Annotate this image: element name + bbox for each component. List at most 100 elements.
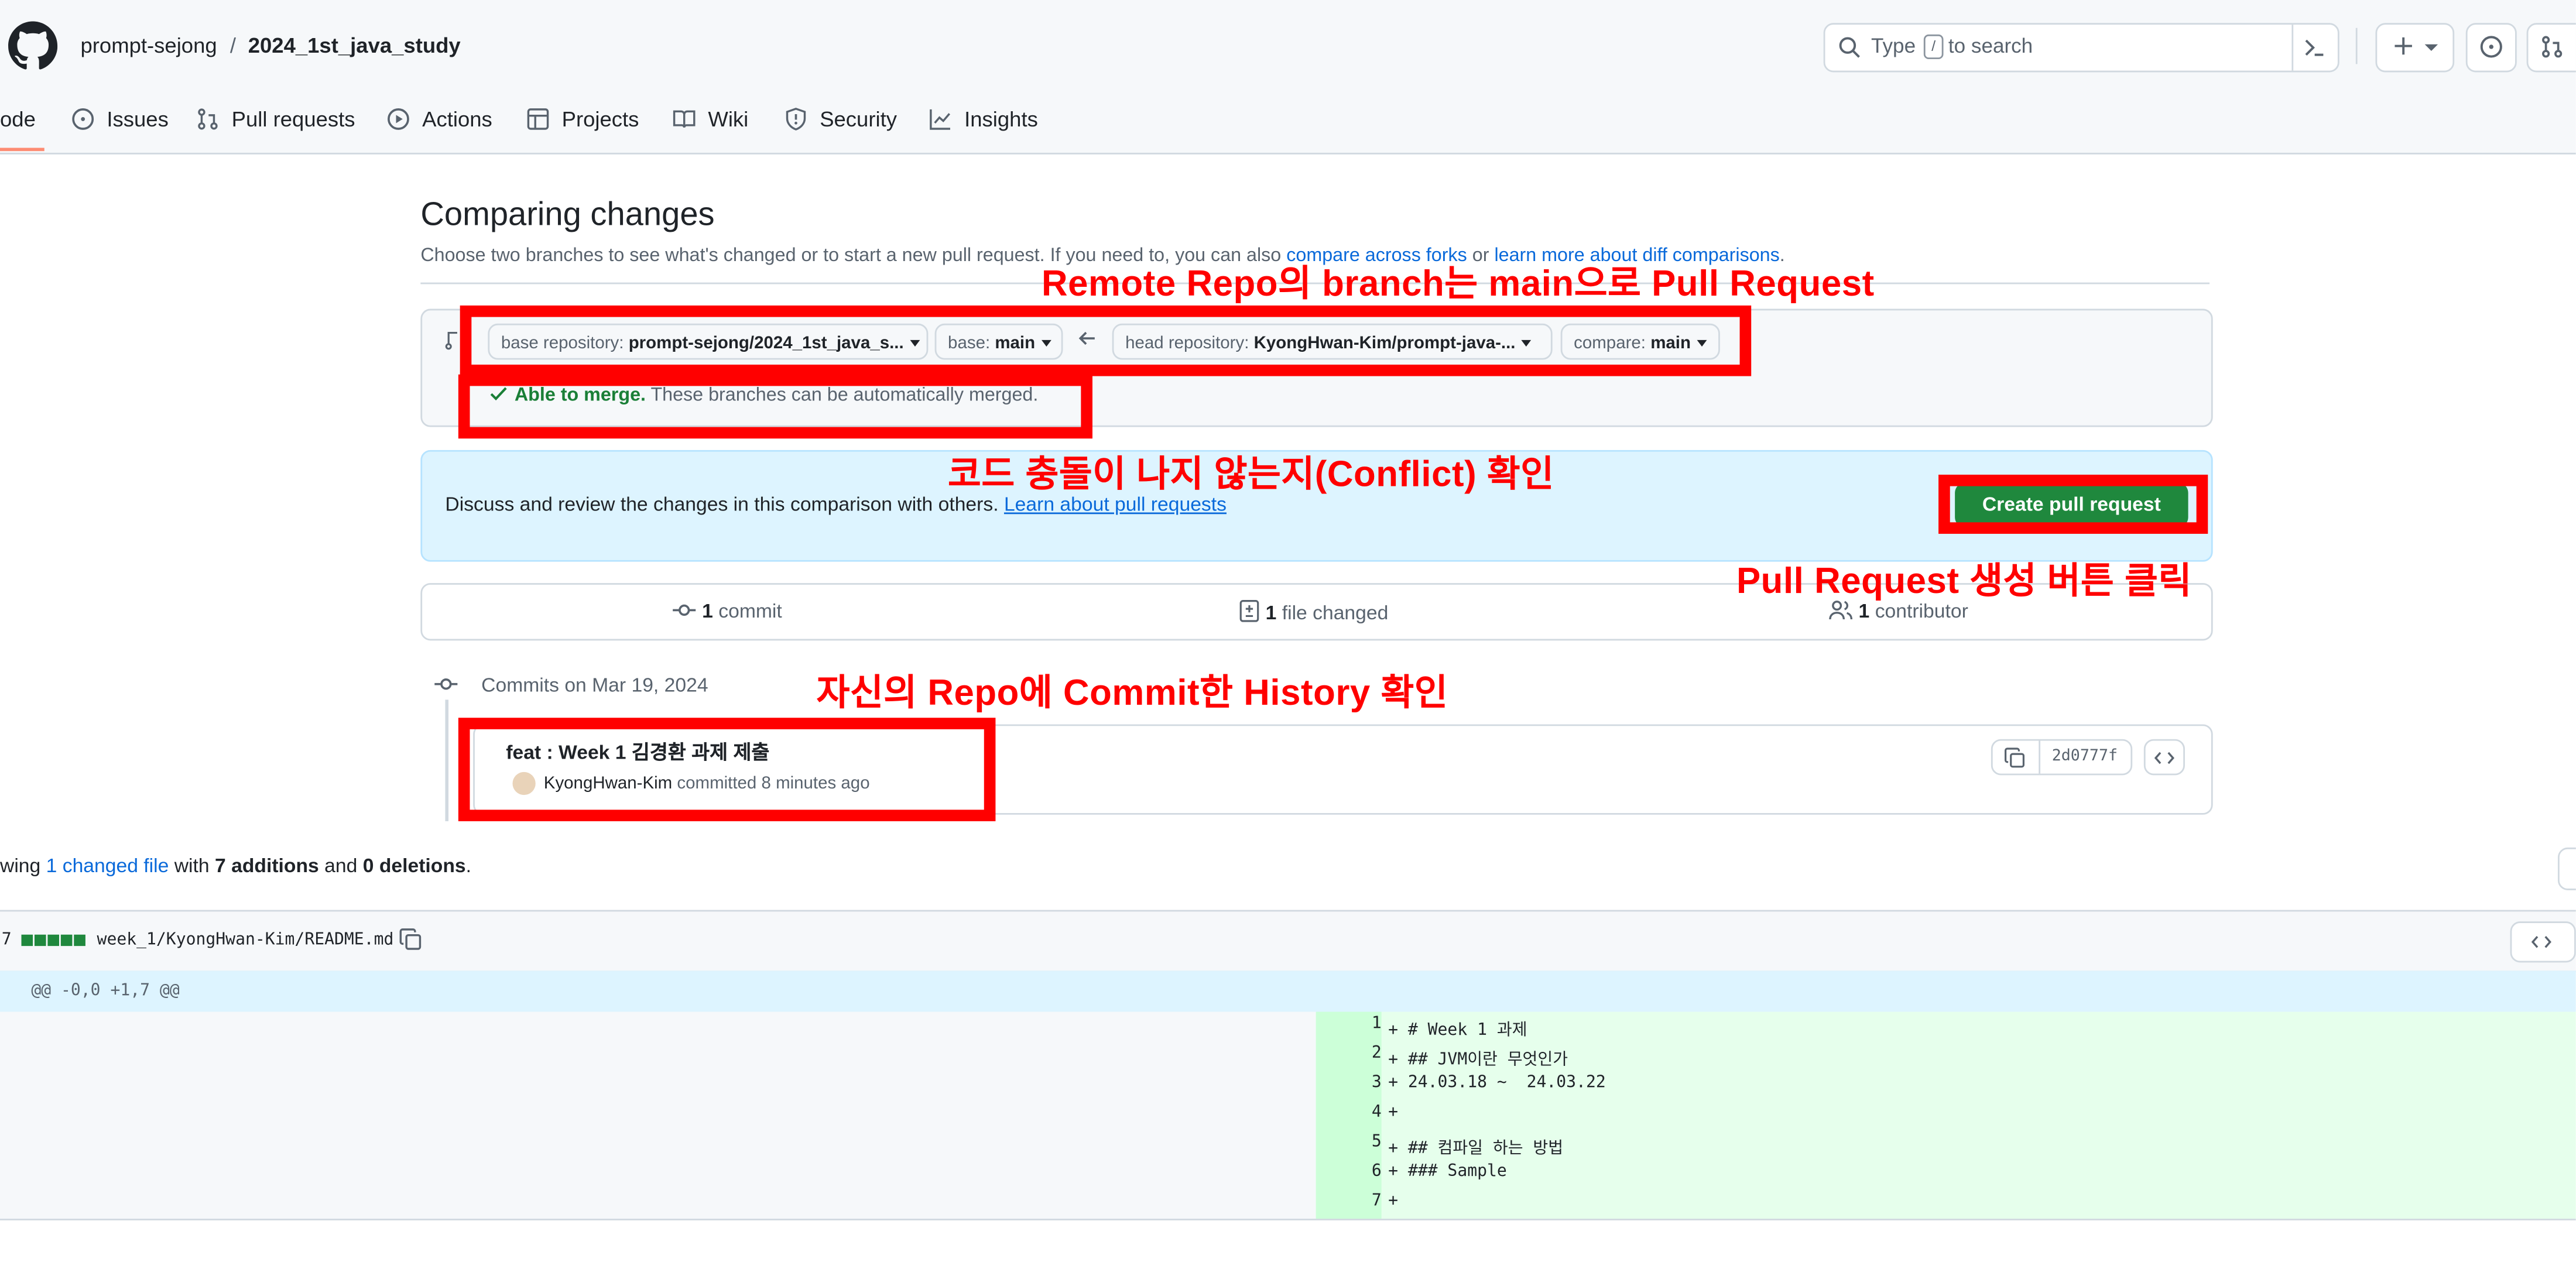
header-divider <box>2355 28 2358 64</box>
annotation-box-merge <box>458 374 1092 439</box>
create-new-button[interactable] <box>2375 23 2455 73</box>
diff-line-number[interactable]: 6 <box>1316 1163 1382 1181</box>
diff-line-code: + ## JVM이란 무엇인가 <box>1388 1051 1568 1069</box>
issue-opened-icon <box>2479 35 2503 59</box>
git-commit-icon <box>434 673 458 694</box>
diff-line-code: + 24.03.18 ~ 24.03.22 <box>1388 1074 1606 1092</box>
repo-header: prompt-sejong / 2024_1st_java_study Type… <box>0 0 2576 155</box>
table-icon <box>526 106 562 131</box>
code-icon <box>2530 931 2553 952</box>
tab-actions[interactable]: Actions <box>386 102 492 135</box>
copy-icon <box>2004 747 2025 769</box>
github-logo-icon[interactable] <box>8 21 58 70</box>
commit-sha-link[interactable]: 2d0777f <box>2052 747 2118 766</box>
browse-files-button[interactable] <box>2143 739 2185 776</box>
tab-projects[interactable]: Projects <box>526 102 639 135</box>
tab-pull-requests[interactable]: Pull requests <box>196 102 355 135</box>
issues-shortcut-button[interactable] <box>2465 23 2517 73</box>
commit-count-label: commit <box>718 599 782 623</box>
diff-line-number[interactable]: 7 <box>1316 1192 1382 1210</box>
tab-issues[interactable]: Issues <box>71 102 169 135</box>
copy-icon[interactable] <box>399 928 422 951</box>
file-path[interactable]: week_1/KyongHwan-Kim/README.md <box>97 931 394 949</box>
tab-insights[interactable]: Insights <box>928 102 1038 135</box>
command-palette-icon[interactable] <box>2303 36 2326 59</box>
breadcrumb-repo[interactable]: 2024_1st_java_study <box>248 33 461 57</box>
search-divider <box>2291 25 2294 71</box>
timeline-line <box>445 699 449 821</box>
search-placeholder-suffix: to search <box>1948 34 2033 58</box>
file-change-count: 7 <box>1 931 12 949</box>
search-placeholder-prefix: Type <box>1871 34 1916 58</box>
tab-issues-label: Issues <box>107 105 169 131</box>
diff-line: 4 + <box>1316 1104 2576 1134</box>
annotation-box-branch <box>460 305 1752 376</box>
diff-line: 6 + ### Sample <box>1316 1163 2576 1193</box>
plus-icon <box>2392 35 2415 57</box>
diff-settings-button[interactable] <box>2557 847 2576 890</box>
diff-line-number[interactable]: 3 <box>1316 1074 1382 1092</box>
files-changed-count[interactable]: 1 file changed <box>1239 599 1388 624</box>
diff-line: 7 + <box>1316 1192 2576 1222</box>
diff-line-code: + # Week 1 과제 <box>1388 1021 1527 1040</box>
diff-summary-and: and <box>324 854 358 877</box>
tab-code-label: ode <box>0 105 36 131</box>
annotation-box-create <box>1938 474 2208 534</box>
hunk-header <box>0 970 2576 1012</box>
annotation-branch-text: Remote Repo의 branch는 main으로 Pull Request <box>1042 262 1875 304</box>
search-input[interactable]: Type / to search <box>1823 23 2339 73</box>
search-shortcut-key: / <box>1923 34 1944 60</box>
code-icon <box>2154 747 2175 769</box>
annotation-conflict-text: 코드 충돌이 나지 않는지(Conflict) 확인 <box>948 453 1554 495</box>
diff-line-number[interactable]: 2 <box>1316 1045 1382 1063</box>
diff-line-code: + ### Sample <box>1388 1162 1507 1181</box>
diff-line: 2 + ## JVM이란 무엇인가 <box>1316 1045 2576 1075</box>
tab-security-label: Security <box>820 105 897 131</box>
page-title: Comparing changes <box>420 197 715 234</box>
diff-line-number[interactable]: 1 <box>1316 1015 1382 1033</box>
pull-request-icon <box>196 106 232 131</box>
diffstat-blocks <box>21 934 88 947</box>
tab-wiki-label: Wiki <box>708 105 749 131</box>
commit-count[interactable]: 1 commit <box>672 599 782 622</box>
deletions-count: 0 deletions <box>362 854 466 877</box>
copy-sha-button[interactable] <box>1993 740 2041 774</box>
annotation-create-text: Pull Request 생성 버튼 클릭 <box>1736 560 2192 601</box>
commit-sha-group: 2d0777f <box>1991 739 2133 776</box>
diff-line-code: + <box>1388 1103 1398 1122</box>
tab-pull-requests-label: Pull requests <box>231 105 355 131</box>
diff-line-code: + <box>1388 1192 1398 1211</box>
search-icon <box>1838 36 1861 59</box>
commits-date-header: Commits on Mar 19, 2024 <box>481 673 708 697</box>
pull-requests-shortcut-button[interactable] <box>2526 23 2576 73</box>
additions-count: 7 additions <box>215 854 319 877</box>
diff-line-number[interactable]: 4 <box>1316 1104 1382 1122</box>
create-pr-banner-message: Discuss and review the changes in this c… <box>445 492 999 516</box>
diff-left-empty <box>0 1011 1316 1219</box>
diff-summary-period: . <box>465 854 472 877</box>
graph-icon <box>928 106 964 131</box>
tab-wiki[interactable]: Wiki <box>672 102 749 135</box>
diff-line: 1 + # Week 1 과제 <box>1316 1015 2576 1045</box>
diff-line: 3 + 24.03.18 ~ 24.03.22 <box>1316 1074 2576 1104</box>
tab-code[interactable]: ode <box>0 102 36 135</box>
chevron-down-icon <box>2424 44 2438 51</box>
shield-icon <box>783 106 820 131</box>
commit-count-number: 1 <box>702 599 713 623</box>
view-file-button[interactable] <box>2510 921 2576 963</box>
diff-line: 5 + ## 컴파일 하는 방법 <box>1316 1133 2576 1163</box>
book-icon <box>672 106 708 131</box>
play-icon <box>386 106 422 131</box>
changed-files-link[interactable]: 1 changed file <box>46 854 169 877</box>
git-pull-request-icon <box>2540 35 2564 59</box>
tab-security[interactable]: Security <box>783 102 897 135</box>
breadcrumb-separator: / <box>229 33 237 58</box>
breadcrumb-owner[interactable]: prompt-sejong <box>80 33 217 57</box>
hunk-header-text: @@ -0,0 +1,7 @@ <box>31 982 180 1000</box>
diff-line-code: + ## 컴파일 하는 방법 <box>1388 1140 1564 1158</box>
tab-code-underline <box>0 148 44 152</box>
annotation-history-text: 자신의 Repo에 Commit한 History 확인 <box>816 671 1448 713</box>
diff-line-number[interactable]: 5 <box>1316 1133 1382 1151</box>
tab-projects-label: Projects <box>561 105 639 131</box>
tab-actions-label: Actions <box>422 105 492 131</box>
